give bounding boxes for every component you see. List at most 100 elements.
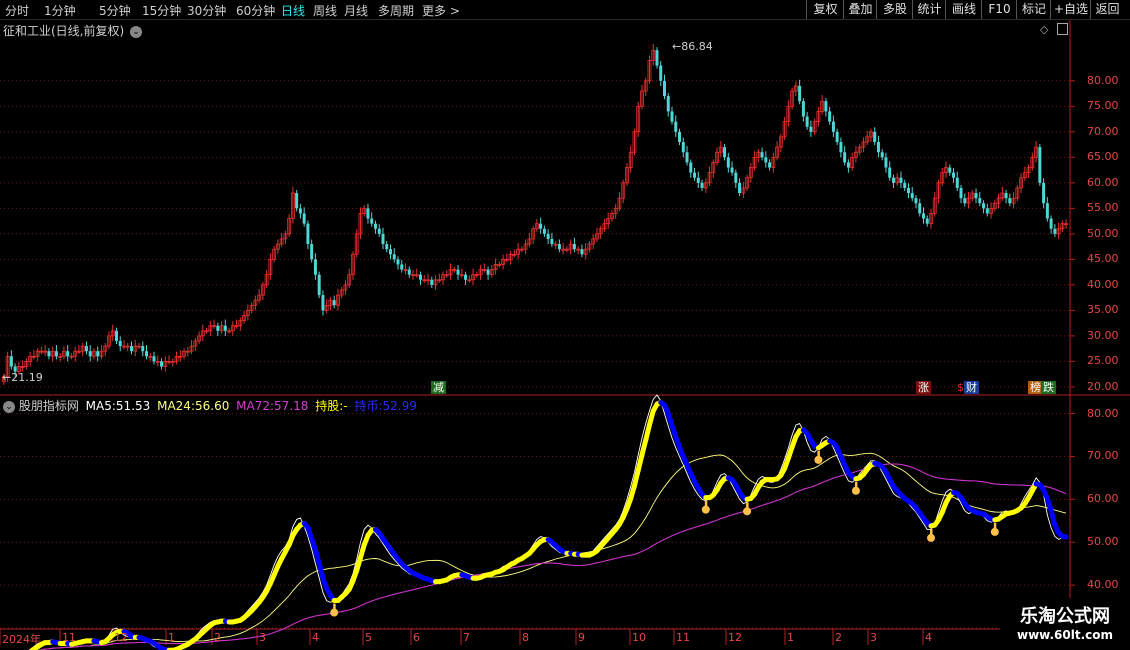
- candle-body: [948, 167, 952, 173]
- candle-body: [1004, 193, 1008, 199]
- candle-body: [486, 269, 490, 275]
- candle-body: [456, 269, 460, 275]
- ma72-line: [38, 463, 1067, 650]
- candle-body: [839, 142, 843, 153]
- candle-body: [952, 172, 956, 178]
- price-tick-label: 70.00: [1087, 124, 1119, 138]
- candle-body: [1042, 182, 1046, 204]
- candle-body: [542, 228, 546, 234]
- time-axis-label: 11: [62, 631, 76, 644]
- candle-body: [377, 228, 381, 234]
- candle-body: [696, 177, 700, 183]
- ma24-line: [38, 452, 1067, 650]
- candle-body: [910, 193, 914, 199]
- candle-body: [659, 65, 663, 81]
- indicator-tick-label: 60.00: [1087, 492, 1119, 506]
- time-axis-label: 12: [114, 631, 128, 644]
- candle-body: [373, 223, 377, 229]
- price-tick-label: 60.00: [1087, 175, 1119, 189]
- buy-signal-finger: [704, 500, 708, 507]
- time-axis-label: 4: [925, 631, 932, 644]
- candle-body: [464, 274, 468, 280]
- badge-reduce[interactable]: 减: [431, 381, 446, 394]
- time-axis-label: 6: [413, 631, 420, 644]
- candle-body: [689, 162, 693, 173]
- candle-body: [216, 325, 220, 331]
- candle-body: [846, 162, 850, 168]
- price-tick-label: 45.00: [1087, 252, 1119, 266]
- candle-body: [876, 142, 880, 153]
- candle-body: [959, 187, 963, 199]
- candle-body: [396, 259, 400, 265]
- candle-body: [798, 85, 802, 102]
- price-tick-label: 40.00: [1087, 277, 1119, 291]
- candle-body: [693, 172, 697, 178]
- time-axis-label: 2: [835, 631, 842, 644]
- buy-signal-icon: [926, 533, 935, 542]
- price-tick-label: 20.00: [1087, 379, 1119, 393]
- high-price-label: ←86.84: [672, 40, 713, 53]
- candle-body: [918, 203, 922, 214]
- price-tick-label: 25.00: [1087, 354, 1119, 368]
- candle-body: [730, 167, 734, 173]
- candle-body: [914, 198, 918, 204]
- candle-body: [982, 203, 986, 209]
- candle-body: [54, 351, 58, 357]
- candle-body: [700, 182, 704, 188]
- candle-body: [1045, 203, 1049, 219]
- price-tick-label: 35.00: [1087, 303, 1119, 317]
- candle-body: [824, 101, 828, 112]
- badge-rise[interactable]: 涨: [916, 381, 931, 394]
- low-price-label: ←21.19: [2, 371, 43, 384]
- candle-body: [430, 279, 434, 285]
- time-axis-label: 1: [168, 631, 175, 644]
- candle-body: [572, 244, 576, 250]
- candle-body: [388, 249, 392, 255]
- candle-body: [899, 177, 903, 183]
- badge-fall[interactable]: 跌: [1041, 381, 1056, 394]
- candle-body: [47, 351, 51, 357]
- candle-body: [873, 131, 877, 143]
- candle-body: [681, 142, 685, 153]
- candle-body: [332, 300, 336, 306]
- candle-body: [550, 238, 554, 245]
- watermark-url: www.60lt.com: [1016, 628, 1114, 642]
- candle-body: [880, 152, 884, 158]
- price-tick-label: 65.00: [1087, 150, 1119, 164]
- ma5-line: [28, 394, 1067, 650]
- price-tick-label: 80.00: [1087, 73, 1119, 87]
- buy-signal-finger: [817, 450, 820, 457]
- buy-signal-icon: [743, 507, 752, 516]
- candle-body: [891, 177, 895, 183]
- time-axis-label: 10: [632, 631, 646, 644]
- kline-chart[interactable]: [0, 0, 1130, 650]
- indicator-tick-label: 70.00: [1087, 449, 1119, 463]
- candle-body: [546, 233, 550, 239]
- candle-body: [828, 111, 832, 122]
- candle-body: [580, 249, 584, 255]
- candle-body: [734, 172, 738, 183]
- badge-finance[interactable]: 财: [964, 381, 979, 394]
- price-tick-label: 30.00: [1087, 328, 1119, 342]
- time-axis-label: 2: [214, 631, 221, 644]
- time-axis-label: 12: [728, 631, 742, 644]
- candle-body: [760, 152, 764, 158]
- buy-signal-icon: [814, 455, 823, 464]
- buy-signal-finger: [746, 502, 749, 509]
- candle-body: [118, 340, 122, 347]
- buy-signal-finger: [929, 528, 933, 535]
- candle-body: [84, 346, 88, 352]
- candle-body: [366, 208, 370, 219]
- candle-body: [801, 101, 805, 117]
- candle-body: [666, 96, 670, 112]
- candle-body: [888, 167, 892, 178]
- time-axis-label: 1: [787, 631, 794, 644]
- candle-body: [768, 162, 772, 168]
- candle-body: [925, 218, 929, 224]
- candle-body: [1038, 147, 1042, 183]
- buy-signal-icon: [851, 486, 860, 495]
- indicator-tick-label: 80.00: [1087, 406, 1119, 420]
- time-axis-label: 5: [365, 631, 372, 644]
- time-axis-label: 4: [312, 631, 319, 644]
- time-axis-label: 8: [522, 631, 529, 644]
